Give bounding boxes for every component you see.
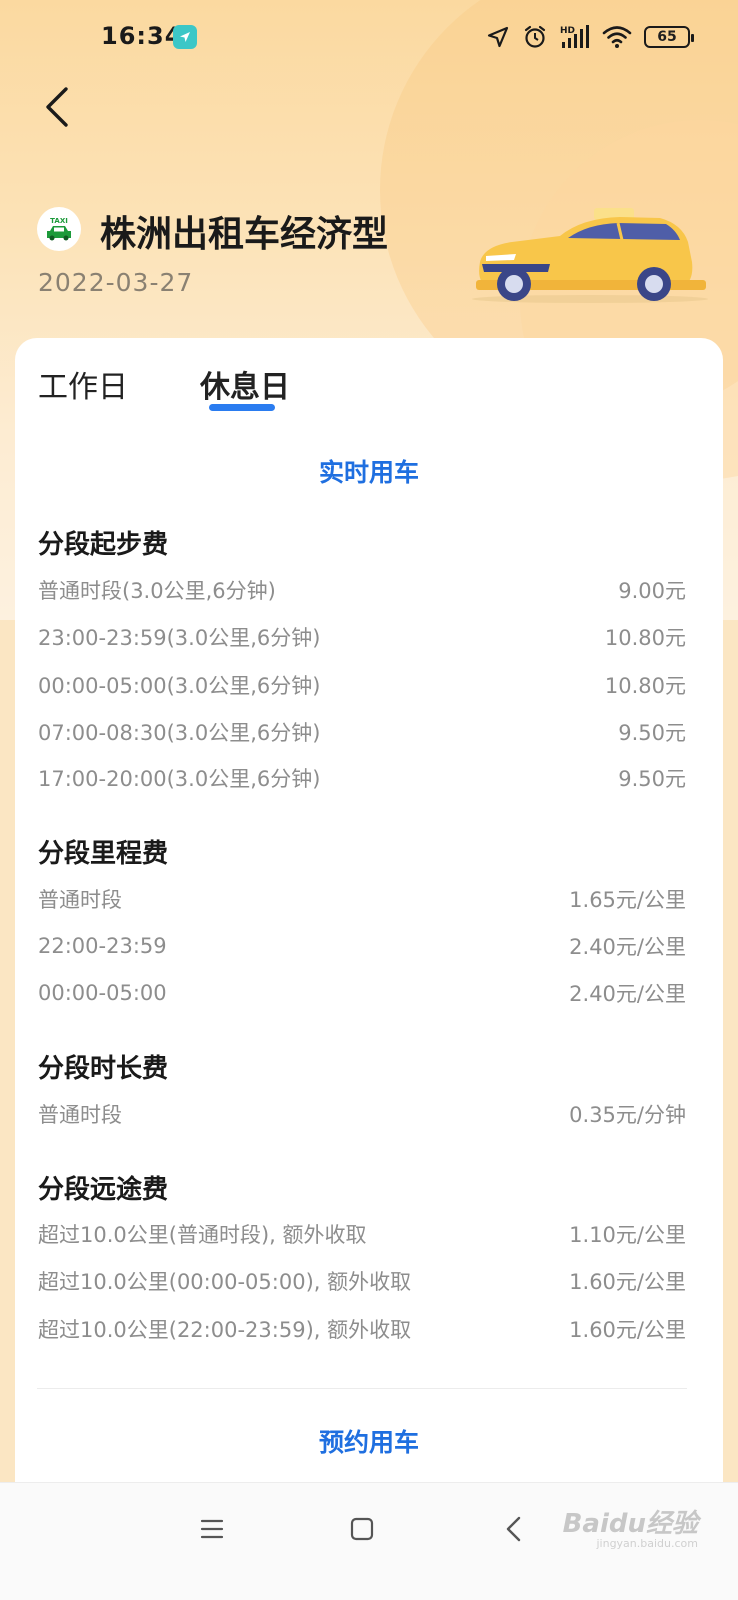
fare-row: 00:00-05:00(3.0公里,6分钟) 10.80元 [38,670,686,700]
fare-row-value: 9.50元 [618,767,686,791]
fare-row: 超过10.0公里(普通时段), 额外收取 1.10元/公里 [38,1219,686,1249]
fare-row-value: 1.60元/公里 [569,1318,686,1342]
fare-row-label: 23:00-23:59(3.0公里,6分钟) [38,626,321,650]
home-button[interactable] [342,1509,382,1549]
alarm-icon [524,25,546,48]
section-title-duration-fee: 分段时长费 [38,1054,169,1084]
fare-row-label: 普通时段 [38,888,122,912]
fare-row-label: 超过10.0公里(普通时段), 额外收取 [38,1223,367,1247]
fare-row-value: 10.80元 [604,626,686,650]
fare-row-value: 2.40元/公里 [569,935,686,959]
fare-row-label: 普通时段 [38,1103,122,1127]
taxi-badge-text: TAXI [50,217,68,225]
nav-back-button[interactable] [494,1509,534,1549]
tab-active-indicator [209,404,275,411]
section-title-long-distance-fee: 分段远途费 [38,1175,169,1205]
fare-row-value: 1.65元/公里 [569,888,686,912]
taxi-car-illustration [472,208,708,303]
system-navigation-bar: Baidu经验 jingyan.baidu.com [0,1482,738,1600]
fare-row: 22:00-23:59 2.40元/公里 [38,931,686,961]
fare-row-label: 普通时段(3.0公里,6分钟) [38,579,276,603]
fare-row: 超过10.0公里(22:00-23:59), 额外收取 1.60元/公里 [38,1314,686,1344]
fare-row-value: 9.50元 [618,721,686,745]
fare-row: 普通时段 1.65元/公里 [38,884,686,914]
menu-icon [200,1519,224,1539]
fare-row: 超过10.0公里(00:00-05:00), 额外收取 1.60元/公里 [38,1266,686,1296]
watermark-url: jingyan.baidu.com [596,1537,698,1550]
fare-row-value: 0.35元/分钟 [569,1103,686,1127]
status-bar: 16:34 HD 65 [0,0,738,72]
status-icons: HD 65 [486,22,694,52]
fare-row-value: 1.60元/公里 [569,1270,686,1294]
signal-hd-icon: HD [560,25,589,48]
location-icon [487,26,509,48]
fare-row: 07:00-08:30(3.0公里,6分钟) 9.50元 [38,717,686,747]
fare-row-value: 10.80元 [604,674,686,698]
fare-row-value: 9.00元 [618,579,686,603]
fare-row-label: 超过10.0公里(22:00-23:59), 额外收取 [38,1318,412,1342]
fare-row-label: 超过10.0公里(00:00-05:00), 额外收取 [38,1270,412,1294]
divider [37,1388,687,1389]
section-title-mileage-fee: 分段里程费 [38,839,169,869]
fare-row-label: 00:00-05:00(3.0公里,6分钟) [38,674,321,698]
realtime-ride-link[interactable]: 实时用车 [0,453,738,489]
fare-row-label: 22:00-23:59 [38,934,167,958]
fare-row-value: 2.40元/公里 [569,982,686,1006]
reserve-ride-link[interactable]: 预约用车 [0,1423,738,1459]
fare-row: 23:00-23:59(3.0公里,6分钟) 10.80元 [38,622,686,652]
back-button[interactable] [40,84,80,130]
section-title-start-fee: 分段起步费 [38,530,169,560]
page-date: 2022-03-27 [38,268,194,297]
page-title: 株洲出租车经济型 [100,214,389,255]
tab-holiday[interactable]: 休息日 [200,362,290,406]
fare-row-label: 17:00-20:00(3.0公里,6分钟) [38,767,321,791]
watermark-logo: Baidu经验 [562,1509,698,1539]
back-triangle-icon [506,1516,521,1542]
home-square-icon [350,1517,374,1541]
fare-row-label: 07:00-08:30(3.0公里,6分钟) [38,721,321,745]
fare-row: 普通时段(3.0公里,6分钟) 9.00元 [38,575,686,605]
menu-button[interactable] [192,1509,232,1549]
wifi-icon [602,26,632,48]
battery-level: 65 [657,29,677,45]
taxi-logo-icon: TAXI [37,207,81,251]
status-time: 16:34 [101,22,183,50]
fare-row: 普通时段 0.35元/分钟 [38,1099,686,1129]
fare-row-label: 00:00-05:00 [38,981,167,1005]
battery-icon: 65 [644,26,694,48]
fare-row: 17:00-20:00(3.0公里,6分钟) 9.50元 [38,763,686,793]
tab-workday[interactable]: 工作日 [38,362,128,406]
chevron-left-icon [46,87,68,127]
navigation-app-icon [173,25,197,49]
svg-text:HD: HD [560,26,575,36]
fare-row: 00:00-05:00 2.40元/公里 [38,978,686,1008]
fare-row-value: 1.10元/公里 [569,1223,686,1247]
